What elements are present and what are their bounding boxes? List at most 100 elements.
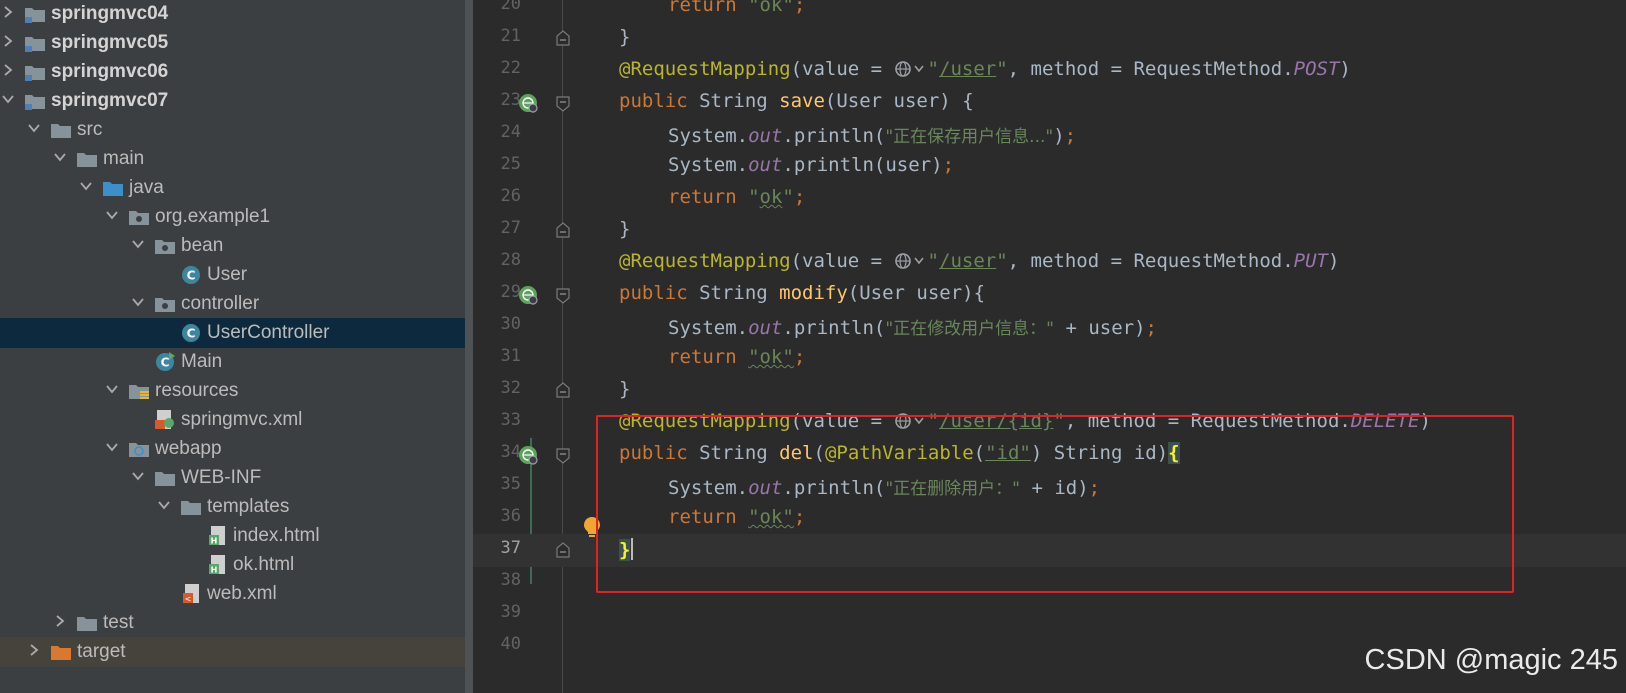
line-number: 37 [500,538,521,558]
tree-item[interactable]: webapp [0,434,465,464]
html-file-icon: H [206,525,228,547]
code-line[interactable]: 24 System.out.println("正在保存用户信息..."); [473,118,1626,151]
line-number: 38 [500,570,521,590]
folder-icon [76,148,98,170]
tree-item[interactable]: test [0,608,465,638]
chevron-down-icon[interactable] [156,497,172,513]
project-tree[interactable]: springmvc04 springmvc05 springmvc06 springm… [0,0,465,693]
tree-item[interactable]: bean [0,231,465,261]
tree-item[interactable]: target [0,637,465,667]
tree-item[interactable]: C UserController [0,318,465,348]
line-number: 22 [500,58,521,78]
tree-item[interactable]: org.example1 [0,202,465,232]
module-folder-icon [24,61,46,83]
tree-item-label: target [77,641,126,662]
code-line[interactable]: 22 @RequestMapping(value = "/user", meth… [473,54,1626,87]
chevron-right-icon[interactable] [52,613,68,629]
code-line[interactable]: 27 } [473,214,1626,247]
package-icon [128,206,150,228]
tree-item[interactable]: java [0,173,465,203]
code-line[interactable]: 30 System.out.println("正在修改用户信息：" + user… [473,310,1626,343]
chevron-down-icon[interactable] [52,149,68,165]
chevron-down-icon[interactable] [26,120,42,136]
module-folder-icon [24,32,46,54]
code-line[interactable]: 25 System.out.println(user); [473,150,1626,183]
folder-icon [180,496,202,518]
tree-item[interactable]: springmvc06 [0,57,465,87]
tree-item[interactable]: < web.xml [0,579,465,609]
tree-item-label: index.html [233,525,320,546]
fold-start-icon[interactable] [555,95,571,113]
java-class-icon: C [180,322,202,344]
line-number: 25 [500,154,521,174]
fold-end-icon[interactable] [555,381,571,399]
tree-item-label: templates [207,496,290,517]
tree-item[interactable]: WEB-INF [0,463,465,493]
spring-web-endpoint-icon[interactable] [517,92,539,114]
tree-item[interactable]: springmvc05 [0,28,465,58]
tree-item[interactable]: C User [0,260,465,290]
line-number: 40 [500,634,521,654]
tree-item-label: springmvc04 [51,3,169,24]
resources-folder-icon [128,380,150,402]
chevron-right-icon[interactable] [0,4,16,20]
line-number: 32 [500,378,521,398]
package-icon [154,235,176,257]
chevron-down-icon[interactable] [130,468,146,484]
tree-item-label: WEB-INF [181,467,262,488]
line-number: 33 [500,410,521,430]
chevron-down-icon[interactable] [0,91,16,107]
chevron-down-icon[interactable] [78,178,94,194]
chevron-down-icon[interactable] [130,236,146,252]
tree-item[interactable]: main [0,144,465,174]
chevron-right-icon[interactable] [0,62,16,78]
chevron-down-icon[interactable] [104,207,120,223]
spring-web-endpoint-icon[interactable] [517,444,539,466]
tree-item[interactable]: springmvc.xml [0,405,465,435]
annotation-highlight-box [596,415,1514,593]
fold-end-icon[interactable] [555,29,571,47]
chevron-right-icon[interactable] [0,33,16,49]
module-folder-icon [24,90,46,112]
code-line[interactable]: 39 [473,598,1626,631]
tree-item[interactable]: springmvc07 [0,86,465,116]
code-line[interactable]: 23 public String save(User user) { [473,86,1626,119]
globe-url-icon[interactable] [894,60,928,78]
chevron-down-icon[interactable] [104,439,120,455]
chevron-down-icon[interactable] [130,294,146,310]
tree-item[interactable]: resources [0,376,465,406]
tree-item[interactable]: Hok.html [0,550,465,580]
tree-item[interactable]: springmvc04 [0,0,465,29]
tree-item[interactable]: templates [0,492,465,522]
folder-icon [154,467,176,489]
code-line[interactable]: 21 } [473,22,1626,55]
line-number: 30 [500,314,521,334]
java-main-class-icon: C [154,351,176,373]
code-line[interactable]: 31 return "ok"; [473,342,1626,375]
line-number: 20 [500,0,521,14]
chevron-down-icon[interactable] [104,381,120,397]
tree-item[interactable]: src [0,115,465,145]
globe-url-icon[interactable] [894,252,928,270]
web-folder-icon [128,438,150,460]
watermark: CSDN @magic 245 [1364,644,1618,676]
panel-splitter[interactable] [465,0,473,693]
chevron-right-icon[interactable] [26,642,42,658]
fold-start-icon[interactable] [555,447,571,465]
svg-text:C: C [161,356,170,370]
tree-item[interactable]: Hindex.html [0,521,465,551]
code-line[interactable]: 29 public String modify(User user){ [473,278,1626,311]
tree-item[interactable]: C Main [0,347,465,377]
code-line[interactable]: 20 return "ok"; [473,0,1626,23]
folder-icon [76,612,98,634]
fold-end-icon[interactable] [555,541,571,559]
code-line[interactable]: 26 return "ok"; [473,182,1626,215]
fold-end-icon[interactable] [555,221,571,239]
tree-item-label: test [103,612,134,633]
spring-web-endpoint-icon[interactable] [517,284,539,306]
code-line[interactable]: 28 @RequestMapping(value = "/user", meth… [473,246,1626,279]
code-line[interactable]: 32 } [473,374,1626,407]
tree-item[interactable]: controller [0,289,465,319]
excluded-folder-icon [50,641,72,663]
fold-start-icon[interactable] [555,287,571,305]
